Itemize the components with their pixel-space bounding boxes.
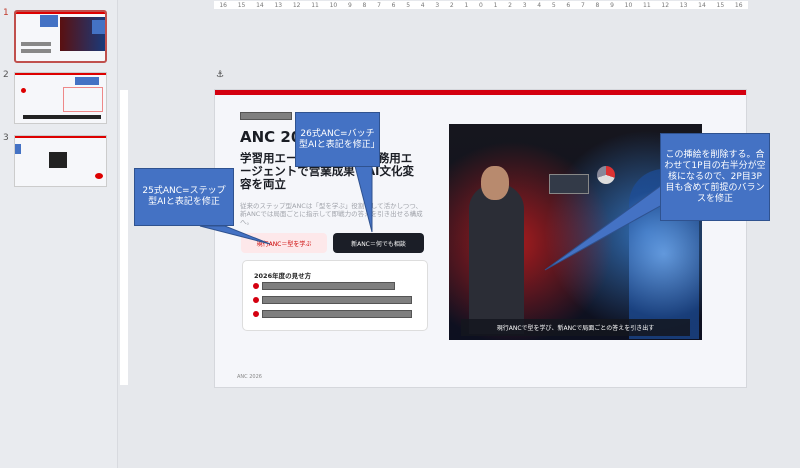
ruler-tick-label: 6 xyxy=(391,1,396,9)
ruler-tick-label: 8 xyxy=(595,1,600,9)
bullet-icon xyxy=(253,283,259,289)
ruler-tick-label: 9 xyxy=(610,1,614,9)
chart-panel xyxy=(549,174,589,194)
slide-footer: ANC 2026 xyxy=(237,374,262,380)
anchor-icon[interactable]: ⚓ xyxy=(216,70,224,80)
comment-callout-2[interactable]: 26式ANC=バッチ型AIと表記を修正」 xyxy=(295,112,380,167)
slide-body[interactable]: 従来のステップ型ANCは「型を学ぶ」役割として活かしつつ、新ANCでは局面ごとに… xyxy=(240,202,425,226)
new-anc-pill[interactable]: 新ANC＝何でも相談 xyxy=(333,233,424,253)
slide-thumbnail-1[interactable] xyxy=(14,10,107,63)
ruler-tick-label: 5 xyxy=(551,1,556,9)
ruler-tick-label: 11 xyxy=(643,1,651,9)
businessman-figure xyxy=(469,184,524,334)
photo-caption: 現行ANCで型を学び、新ANCで局面ごとの答えを引き出す xyxy=(461,319,690,336)
ruler-tick-label: 10 xyxy=(624,1,633,9)
ruler-tick-label: 11 xyxy=(311,1,319,9)
ruler-tick-label: 9 xyxy=(347,1,352,9)
ruler-tick-label: 15 xyxy=(237,1,246,9)
ruler-tick-label: 1 xyxy=(493,1,498,9)
thumb-number: 2 xyxy=(3,70,9,80)
slide-thumbnail-3[interactable] xyxy=(14,135,107,187)
card-title: 2026年度の見せ方 xyxy=(254,272,312,280)
bullet-icon xyxy=(253,297,259,303)
accent-bar xyxy=(215,90,746,95)
slide-thumbnail-2[interactable] xyxy=(14,72,107,124)
ruler-tick-label: 6 xyxy=(566,1,571,9)
ruler-tick-label: 1 xyxy=(464,1,469,9)
thumb-number: 1 xyxy=(3,8,9,18)
ruler-tick-label: 2 xyxy=(508,1,512,9)
ruler-tick-label: 2 xyxy=(449,1,454,9)
redacted-item xyxy=(262,282,395,290)
ruler-tick-label: 15 xyxy=(716,1,725,9)
ruler-tick-label: 3 xyxy=(435,1,440,9)
ruler-tick-label: 0 xyxy=(479,1,483,9)
vertical-ruler[interactable] xyxy=(120,90,128,385)
ruler-tick-label: 12 xyxy=(292,1,301,9)
ruler-tick-label: 16 xyxy=(734,1,743,9)
ruler-tick-label: 16 xyxy=(219,1,227,9)
comment-callout-1[interactable]: 25式ANC=ステップ型AIと表記を修正 xyxy=(134,168,234,226)
ruler-tick-label: 8 xyxy=(362,1,367,9)
ruler-tick-label: 14 xyxy=(256,1,264,9)
bullet-icon xyxy=(253,311,259,317)
ruler-tick-label: 4 xyxy=(537,1,542,9)
current-anc-pill[interactable]: 現行ANC＝型を学ぶ xyxy=(241,233,327,253)
ruler-tick-label: 13 xyxy=(679,1,688,9)
ruler-tick-label: 14 xyxy=(698,1,706,9)
redacted-label xyxy=(240,112,292,120)
slide-thumbnail-panel: 1 2 3 xyxy=(0,0,118,468)
ruler-tick-label: 10 xyxy=(329,1,338,9)
ruler-tick-label: 13 xyxy=(274,1,283,9)
redacted-item xyxy=(262,310,412,318)
thumb-number: 3 xyxy=(3,133,9,143)
redacted-item xyxy=(262,296,412,304)
ruler-tick-label: 7 xyxy=(377,1,381,9)
person-head xyxy=(481,166,509,200)
ruler-tick-label: 4 xyxy=(420,1,425,9)
ruler-tick-label: 3 xyxy=(522,1,527,9)
ruler-tick-label: 5 xyxy=(406,1,411,9)
ruler-tick-label: 12 xyxy=(661,1,670,9)
outlook-card[interactable]: 2026年度の見せ方 xyxy=(242,260,428,331)
horizontal-ruler[interactable]: 16 15 14 13 12 11 10 9 8 7 6 5 4 3 2 1 0 1 2 3 4 5 6 7 8 9 10 11 12 1… xyxy=(214,1,748,9)
pie-icon xyxy=(597,166,615,184)
ruler-tick-label: 7 xyxy=(580,1,585,9)
comment-callout-3[interactable]: この挿絵を削除する。合わせて1P目の右半分が空核になるので、2P目3P目も含めて… xyxy=(660,133,770,221)
